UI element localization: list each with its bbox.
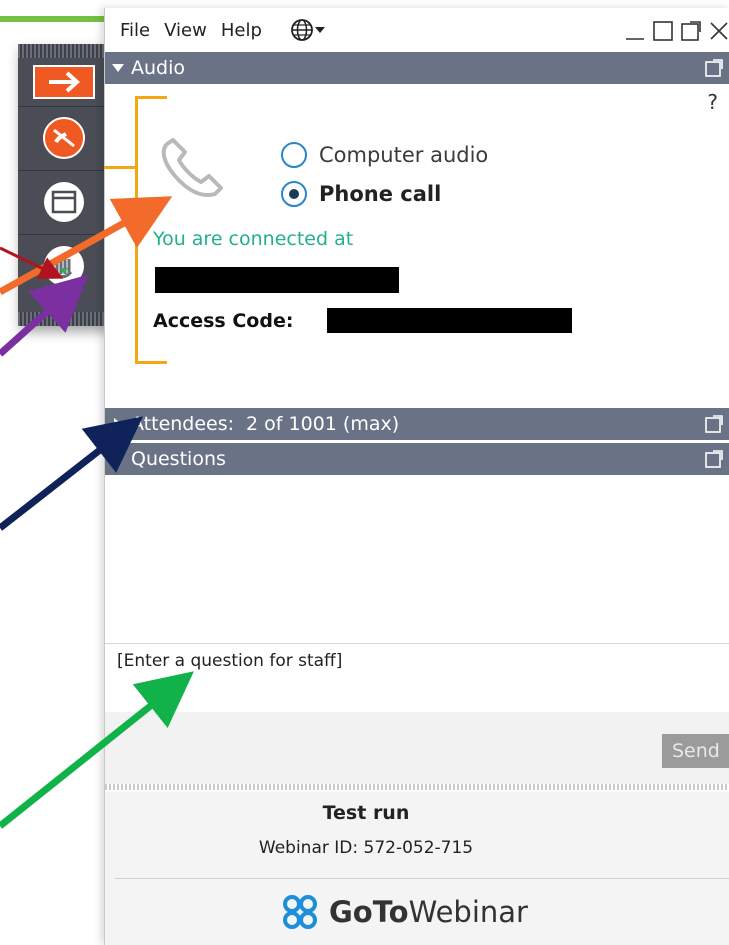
question-input[interactable] xyxy=(115,650,719,672)
computer-audio-label: Computer audio xyxy=(319,143,489,167)
computer-audio-option[interactable]: Computer audio xyxy=(281,142,488,168)
access-code-label: Access Code: xyxy=(153,310,294,332)
webinar-title: Test run xyxy=(322,802,410,824)
questions-log xyxy=(105,475,729,643)
brand-goto: GoTo xyxy=(329,895,409,929)
screen-window-icon xyxy=(44,182,84,222)
language-menu[interactable] xyxy=(290,18,326,42)
attendees-section-header[interactable]: Attendees: 2 of 1001 (max) xyxy=(105,408,729,440)
send-button[interactable]: Send xyxy=(662,734,729,768)
arrow-right-icon xyxy=(33,65,95,99)
send-area: Send xyxy=(105,712,729,784)
triangle-right-icon xyxy=(114,418,122,430)
menu-view[interactable]: View xyxy=(164,20,207,41)
green-accent-line xyxy=(0,16,110,22)
audio-section-title: Audio xyxy=(131,57,186,79)
attendees-count: 2 of 1001 (max) xyxy=(246,413,400,435)
show-screen-button[interactable] xyxy=(18,170,110,235)
raise-hand-button[interactable] xyxy=(18,234,110,298)
phone-call-radio[interactable] xyxy=(281,181,307,207)
connection-status-text: You are connected at xyxy=(153,228,354,250)
menu-bar: File View Help xyxy=(105,8,729,52)
redacted-access-code xyxy=(327,308,572,333)
grab-handle-bottom[interactable] xyxy=(18,312,110,326)
phone-call-option[interactable]: Phone call xyxy=(281,181,441,207)
brand-webinar: Webinar xyxy=(408,895,528,929)
popout-icon[interactable] xyxy=(680,20,702,46)
popout-icon[interactable] xyxy=(704,449,724,469)
window-controls xyxy=(624,20,729,46)
triangle-down-icon xyxy=(112,64,124,72)
computer-audio-radio[interactable] xyxy=(281,142,307,168)
control-panel-grab-tab[interactable] xyxy=(18,44,110,326)
caret-down-icon xyxy=(314,27,325,33)
phone-call-label: Phone call xyxy=(319,182,442,206)
popout-icon[interactable] xyxy=(704,58,724,78)
collapse-panel-button[interactable] xyxy=(18,58,110,107)
raise-hand-icon xyxy=(44,246,84,286)
gotowebinar-logo: GoTo Webinar xyxy=(279,894,528,930)
questions-section-title: Questions xyxy=(131,448,226,470)
close-icon[interactable] xyxy=(708,20,729,46)
footer-divider xyxy=(115,878,729,879)
grab-handle-top[interactable] xyxy=(18,44,110,58)
question-input-wrap xyxy=(105,643,729,713)
minimize-icon[interactable] xyxy=(624,20,646,46)
globe-icon xyxy=(290,19,313,41)
popout-icon[interactable] xyxy=(704,414,724,434)
mute-audio-button[interactable] xyxy=(18,106,110,171)
gotowebinar-flower-icon xyxy=(283,895,317,929)
questions-section-header[interactable]: Questions xyxy=(105,443,729,475)
redacted-phone-number xyxy=(155,267,399,293)
menu-help[interactable]: Help xyxy=(221,20,262,41)
muted-mic-icon xyxy=(43,117,85,159)
gotowebinar-control-panel: File View Help Audio ? Computer audio Ph… xyxy=(104,8,729,945)
triangle-down-icon xyxy=(112,455,124,463)
resize-divider[interactable] xyxy=(105,784,729,790)
audio-help-icon[interactable]: ? xyxy=(707,90,718,114)
maximize-icon[interactable] xyxy=(652,20,674,46)
menu-file[interactable]: File xyxy=(120,20,150,41)
phone-icon xyxy=(157,136,241,206)
attendees-section-title: Attendees: xyxy=(131,413,235,435)
webinar-footer: Test run Webinar ID: 572-052-715 GoTo Web… xyxy=(105,792,729,945)
audio-section-header[interactable]: Audio xyxy=(105,52,729,84)
webinar-id: Webinar ID: 572-052-715 xyxy=(258,838,474,858)
